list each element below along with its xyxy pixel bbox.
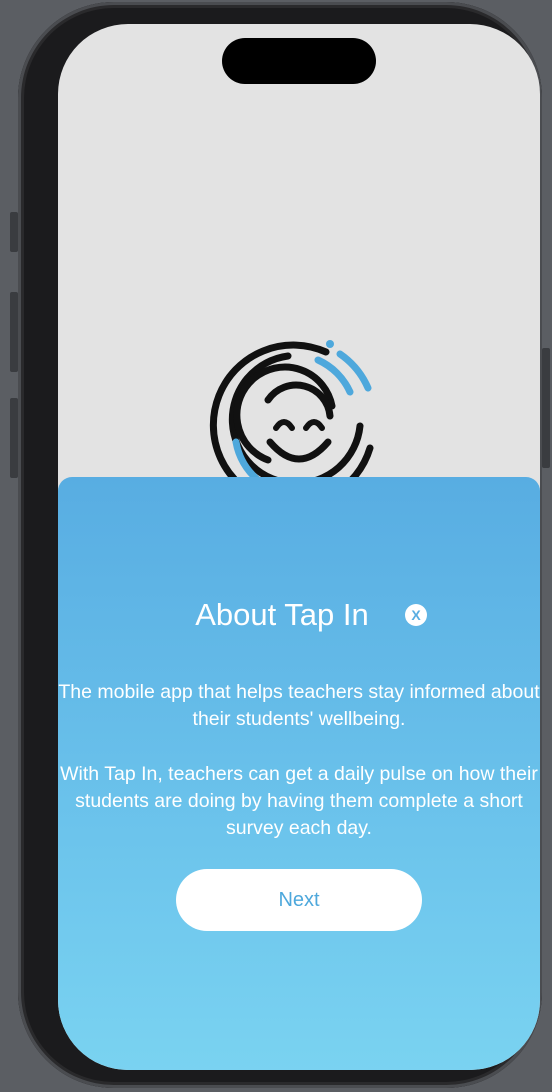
close-button[interactable]: X [405,604,427,626]
next-button[interactable]: Next [176,869,422,931]
dynamic-island [222,38,376,84]
sheet-title: About Tap In [195,597,369,632]
volume-up-button [10,292,18,372]
power-button [542,348,550,468]
action-button [10,212,18,252]
phone-screen: About Tap In X The mobile app that helps… [58,24,540,1070]
description-paragraph-2: With Tap In, teachers can get a daily pu… [60,763,538,839]
about-sheet: About Tap In X The mobile app that helps… [58,477,540,1070]
description-paragraph-1: The mobile app that helps teachers stay … [58,681,540,730]
volume-down-button [10,398,18,478]
simulator-frame: About Tap In X The mobile app that helps… [0,0,552,1092]
sheet-header: About Tap In X [58,595,540,635]
phone-bezel: About Tap In X The mobile app that helps… [18,2,542,1088]
